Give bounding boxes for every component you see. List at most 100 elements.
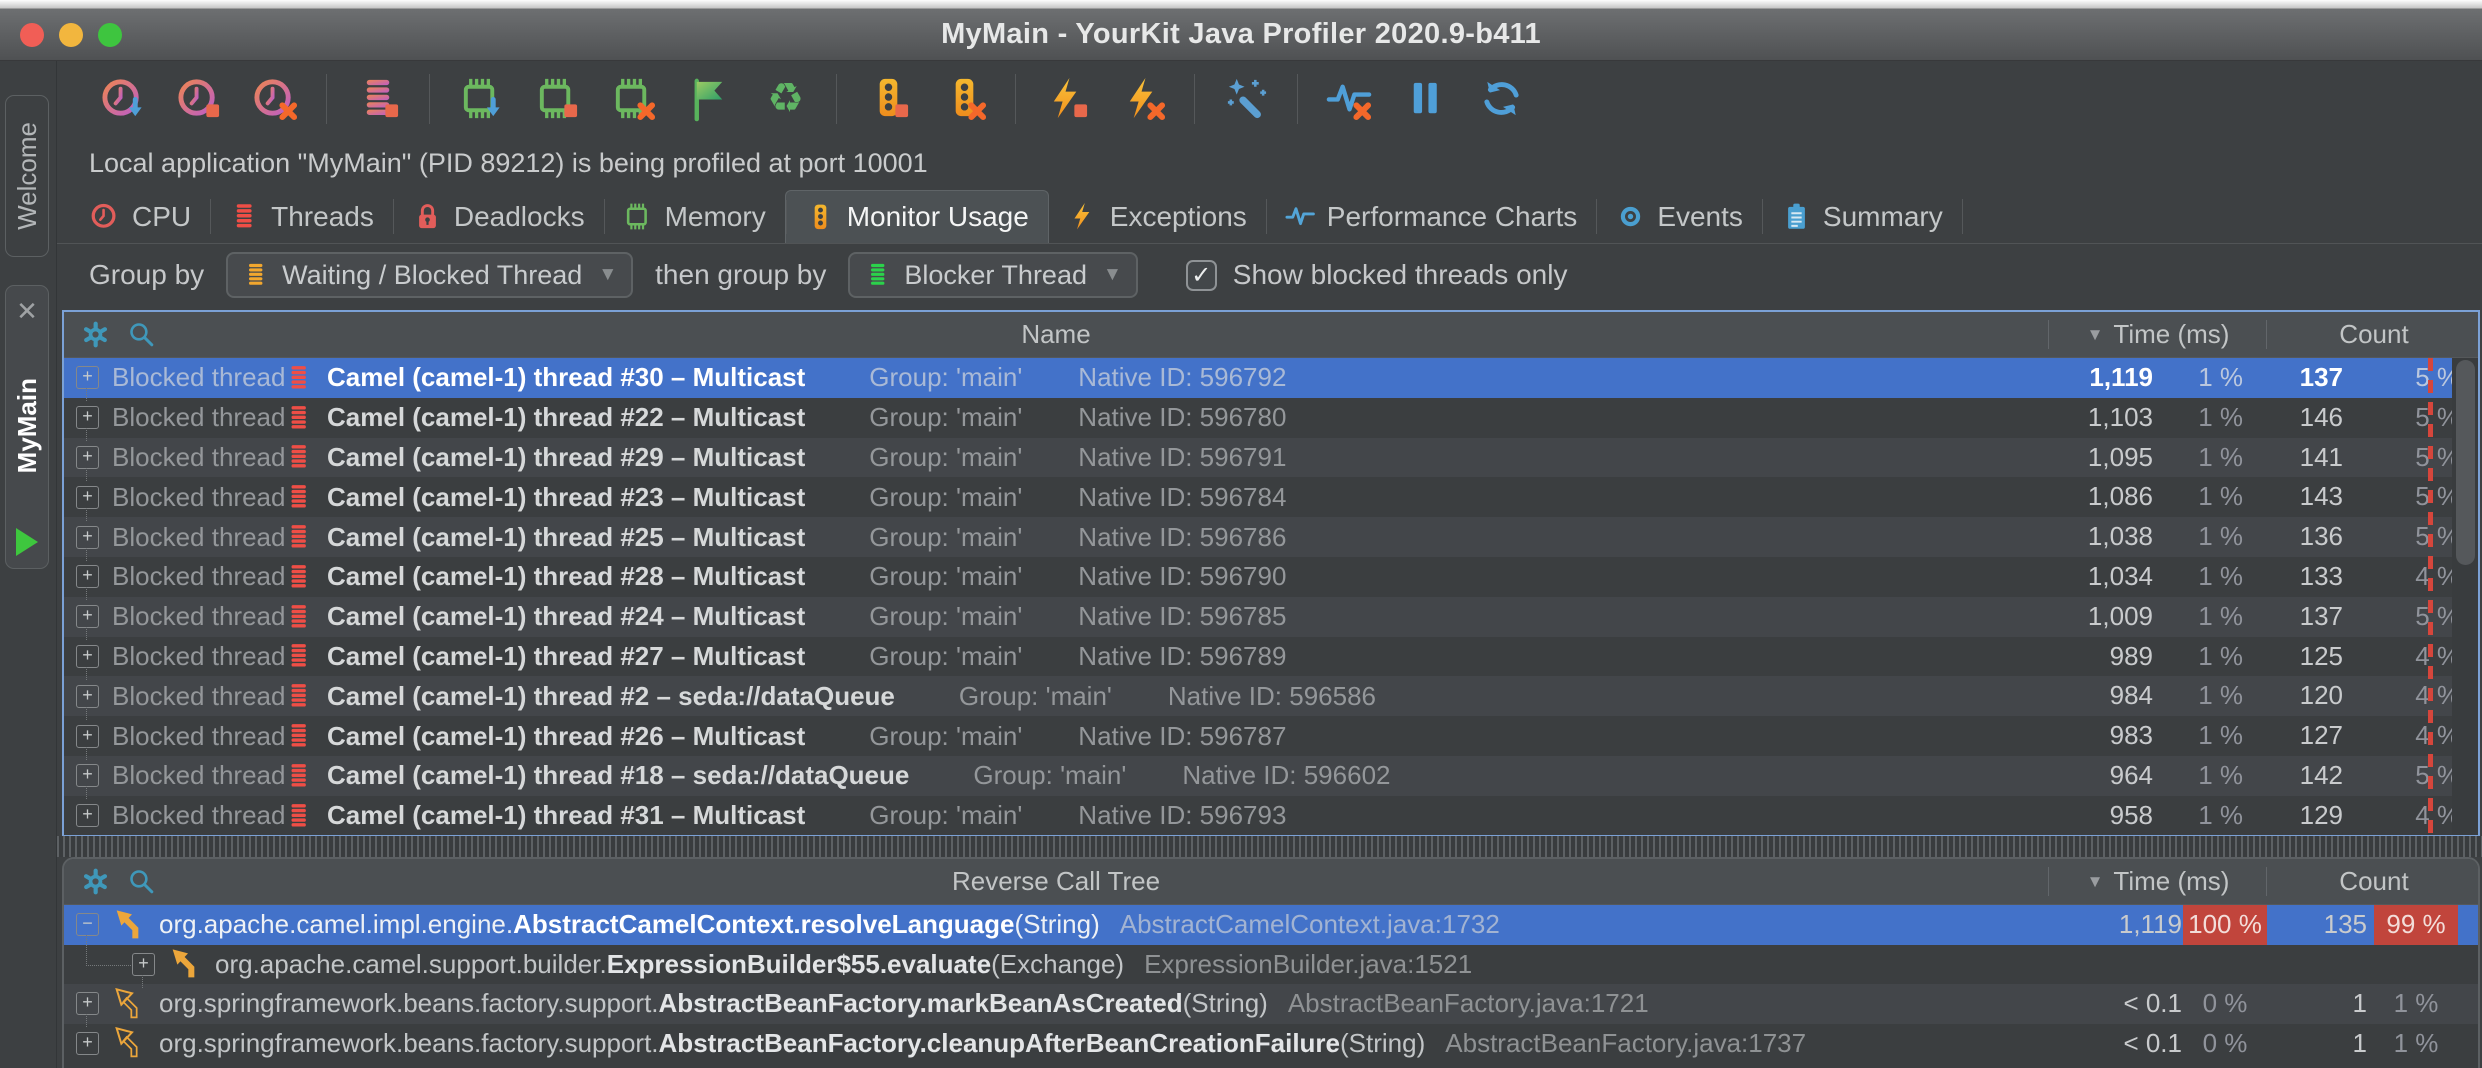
tab-events[interactable]: Events (1596, 190, 1762, 243)
column-header-count[interactable]: Count (2268, 312, 2480, 357)
tab-deadlocks[interactable]: Deadlocks (393, 190, 604, 243)
thread-row[interactable]: +Blocked threadCamel (camel-1) thread #3… (64, 796, 2478, 835)
run-inspections-button[interactable] (1219, 70, 1273, 128)
group-by-dropdown[interactable]: Waiting / Blocked Thread ▼ (226, 252, 633, 298)
expand-icon[interactable]: + (76, 526, 99, 549)
cpu-icon (90, 201, 121, 232)
thread-row[interactable]: +Blocked threadCamel (camel-1) thread #3… (64, 358, 2478, 398)
expand-icon[interactable]: − (76, 913, 99, 936)
thread-row[interactable]: +Blocked threadCamel (camel-1) thread #2… (64, 438, 2478, 478)
zoom-window-button[interactable] (98, 23, 122, 47)
column-header-count[interactable]: Count (2268, 859, 2480, 904)
expand-icon[interactable]: + (76, 764, 99, 787)
thread-row[interactable]: +Blocked threadCamel (camel-1) thread #2… (64, 597, 2478, 637)
clear-monitor-data-button[interactable] (937, 70, 991, 128)
column-header-call-tree[interactable]: Reverse Call Tree (64, 859, 2048, 904)
stop-exception-profiling-button[interactable] (1040, 70, 1094, 128)
close-session-icon[interactable]: ✕ (16, 298, 38, 324)
thread-row[interactable]: +Blocked threadCamel (camel-1) thread #2… (64, 637, 2478, 677)
thread-name: Camel (camel-1) thread #22 – Multicast (327, 402, 805, 433)
tab-exceptions[interactable]: Exceptions (1049, 190, 1266, 243)
count-percent: 1 % (2374, 984, 2458, 1024)
checkbox-checked-icon[interactable]: ✓ (1186, 260, 1217, 291)
panel-splitter[interactable] (57, 836, 2482, 857)
call-tree-row[interactable]: +org.springframework.beans.factory.suppo… (64, 984, 2478, 1024)
time-percent: 1 % (2163, 637, 2243, 677)
pause-telemetry-button[interactable] (1398, 70, 1452, 128)
thread-row[interactable]: +Blocked threadCamel (camel-1) thread #2… (64, 676, 2478, 716)
time-percent: 1 % (2163, 477, 2243, 517)
expand-icon[interactable]: + (76, 804, 99, 827)
group-by-value: Waiting / Blocked Thread (282, 260, 582, 291)
count-value: 120 (2233, 676, 2343, 716)
force-garbage-collection-button[interactable]: ♻ (758, 70, 812, 128)
vertical-scrollbar[interactable] (2452, 358, 2478, 835)
sidebar-tab-mymain[interactable]: ✕ MyMain (5, 285, 49, 569)
call-tree-row[interactable]: +org.apache.camel.support.builder.Expres… (64, 945, 2478, 985)
tab-performance-charts[interactable]: Performance Charts (1266, 190, 1597, 243)
scrollbar-thumb[interactable] (2456, 360, 2475, 565)
count-percent: 5 % (2380, 756, 2460, 796)
then-group-by-dropdown[interactable]: Blocker Thread ▼ (848, 252, 1137, 298)
show-blocked-only-checkbox[interactable]: ✓ Show blocked threads only (1186, 259, 1568, 291)
expand-icon[interactable]: + (76, 366, 99, 389)
pause-icon (1402, 75, 1449, 122)
thread-row[interactable]: +Blocked threadCamel (camel-1) thread #1… (64, 756, 2478, 796)
expand-icon[interactable]: + (76, 406, 99, 429)
clear-thread-data-button[interactable] (351, 70, 405, 128)
expand-icon[interactable]: + (132, 953, 155, 976)
start-memory-profiling-button[interactable] (454, 70, 508, 128)
thread-row[interactable]: +Blocked threadCamel (camel-1) thread #2… (64, 398, 2478, 438)
column-header-time[interactable]: ▼Time (ms) (2050, 859, 2266, 904)
column-header-name[interactable]: Name (64, 312, 2048, 357)
thread-group: Group: 'main' (869, 482, 1022, 513)
refresh-button[interactable] (1474, 70, 1528, 128)
expand-icon[interactable]: + (76, 1032, 99, 1055)
clear-telemetry-button[interactable] (1322, 70, 1376, 128)
thread-name: Camel (camel-1) thread #23 – Multicast (327, 482, 805, 513)
thread-row[interactable]: +Blocked threadCamel (camel-1) thread #2… (64, 477, 2478, 517)
expand-icon[interactable]: + (76, 992, 99, 1015)
stop-memory-profiling-button[interactable] (530, 70, 584, 128)
column-marker-line (2428, 358, 2433, 835)
call-tree-row[interactable]: −org.apache.camel.impl.engine.AbstractCa… (64, 905, 2478, 945)
expand-icon[interactable]: + (76, 446, 99, 469)
minimize-window-button[interactable] (59, 23, 83, 47)
expand-icon[interactable]: + (76, 725, 99, 748)
sidebar-tab-welcome[interactable]: Welcome (5, 95, 49, 257)
clear-memory-data-button[interactable] (606, 70, 660, 128)
stop-cpu-profiling-button[interactable] (172, 70, 226, 128)
capture-snapshot-flag-button[interactable] (682, 70, 736, 128)
column-header-time[interactable]: ▼Time (ms) (2050, 312, 2266, 357)
expand-icon[interactable]: + (76, 685, 99, 708)
source-location: ExpressionBuilder.java:1521 (1144, 949, 1472, 980)
thread-state-label: Blocked thread (112, 681, 284, 712)
tab-memory[interactable]: Memory (604, 190, 785, 243)
time-value: 984 (1983, 676, 2153, 716)
start-cpu-profiling-button[interactable] (96, 70, 150, 128)
close-window-button[interactable] (20, 23, 44, 47)
expand-icon[interactable]: + (76, 565, 99, 588)
thread-row[interactable]: +Blocked threadCamel (camel-1) thread #2… (64, 557, 2478, 597)
expand-icon[interactable]: + (76, 645, 99, 668)
tab-monitor-usage[interactable]: Monitor Usage (785, 190, 1049, 243)
tab-summary[interactable]: Summary (1762, 190, 1962, 243)
call-tree-row[interactable]: +org.springframework.beans.factory.suppo… (64, 1024, 2478, 1064)
time-percent: 1 % (2163, 557, 2243, 597)
thread-row[interactable]: +Blocked threadCamel (camel-1) thread #2… (64, 716, 2478, 756)
time-value: 1,009 (1983, 597, 2153, 637)
svg-text:♻: ♻ (767, 75, 804, 122)
tab-threads[interactable]: Threads (210, 190, 393, 243)
stop-monitor-profiling-button[interactable] (861, 70, 915, 128)
expand-icon[interactable]: + (76, 486, 99, 509)
waiting-threads-icon (242, 261, 270, 289)
thread-native-id: Native ID: 596602 (1182, 760, 1390, 791)
thread-row[interactable]: +Blocked threadCamel (camel-1) thread #2… (64, 517, 2478, 557)
expand-icon[interactable]: + (76, 605, 99, 628)
tab-cpu[interactable]: CPU (71, 190, 210, 243)
blocked-thread-icon (284, 522, 314, 552)
clear-exception-data-button[interactable] (1116, 70, 1170, 128)
clear-cpu-data-button[interactable] (248, 70, 302, 128)
toolbar-divider (836, 74, 837, 124)
time-value: 989 (1983, 637, 2153, 677)
